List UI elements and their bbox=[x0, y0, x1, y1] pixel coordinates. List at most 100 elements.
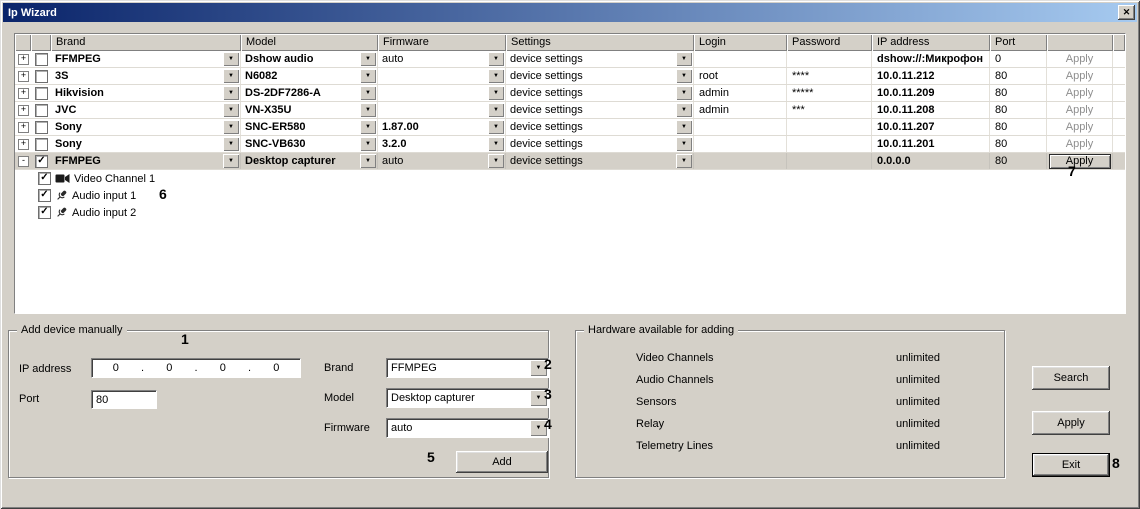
settings-select[interactable]: device settings▼ bbox=[506, 51, 694, 67]
password-field[interactable]: *** bbox=[787, 102, 872, 118]
table-row-selected[interactable]: - ✓ FFMPEG▼ Desktop capturer▼ auto▼ devi… bbox=[15, 153, 1125, 170]
exit-button[interactable]: Exit bbox=[1032, 453, 1110, 477]
login-field[interactable]: root bbox=[694, 68, 787, 84]
brand-select[interactable]: 3S▼ bbox=[51, 68, 241, 84]
brand-combobox[interactable]: FFMPEG ▼ bbox=[386, 358, 549, 378]
chevron-down-icon[interactable]: ▼ bbox=[223, 103, 239, 117]
password-field[interactable] bbox=[787, 119, 872, 135]
channel-item[interactable]: ✓ Video Channel 1 bbox=[15, 170, 1125, 187]
settings-select[interactable]: device settings▼ bbox=[506, 119, 694, 135]
model-select[interactable]: Dshow audio▼ bbox=[241, 51, 378, 67]
chevron-down-icon[interactable]: ▼ bbox=[676, 154, 692, 168]
model-select[interactable]: DS-2DF7286-A▼ bbox=[241, 85, 378, 101]
chevron-down-icon[interactable]: ▼ bbox=[676, 86, 692, 100]
port-cell[interactable]: 80 bbox=[990, 68, 1047, 84]
port-cell[interactable]: 80 bbox=[990, 136, 1047, 152]
port-cell[interactable]: 80 bbox=[990, 102, 1047, 118]
chevron-down-icon[interactable]: ▼ bbox=[676, 137, 692, 151]
add-button[interactable]: Add bbox=[456, 451, 548, 473]
settings-select[interactable]: device settings▼ bbox=[506, 68, 694, 84]
table-row[interactable]: + Sony▼ SNC-VB630▼ 3.2.0▼ device setting… bbox=[15, 136, 1125, 153]
channel-item[interactable]: ✓ Audio input 2 bbox=[15, 204, 1125, 221]
chevron-down-icon[interactable]: ▼ bbox=[223, 154, 239, 168]
header-login[interactable]: Login bbox=[694, 34, 787, 51]
table-row[interactable]: + JVC▼ VN-X35U▼ ▼ device settings▼ admin… bbox=[15, 102, 1125, 119]
chevron-down-icon[interactable]: ▼ bbox=[360, 52, 376, 66]
chevron-down-icon[interactable]: ▼ bbox=[676, 52, 692, 66]
channel-item[interactable]: ✓ Audio input 1 bbox=[15, 187, 1125, 204]
login-field[interactable] bbox=[694, 153, 787, 169]
table-row[interactable]: + FFMPEG▼ Dshow audio▼ auto▼ device sett… bbox=[15, 51, 1125, 68]
port-cell[interactable]: 80 bbox=[990, 85, 1047, 101]
chevron-down-icon[interactable]: ▼ bbox=[488, 103, 504, 117]
chevron-down-icon[interactable]: ▼ bbox=[360, 69, 376, 83]
login-field[interactable] bbox=[694, 136, 787, 152]
settings-select[interactable]: device settings▼ bbox=[506, 102, 694, 118]
brand-select[interactable]: Sony▼ bbox=[51, 136, 241, 152]
expand-icon[interactable]: + bbox=[18, 105, 29, 116]
password-field[interactable] bbox=[787, 51, 872, 67]
brand-select[interactable]: Hikvision▼ bbox=[51, 85, 241, 101]
brand-select[interactable]: Sony▼ bbox=[51, 119, 241, 135]
apply-button[interactable]: Apply bbox=[1032, 411, 1110, 435]
firmware-select[interactable]: ▼ bbox=[378, 102, 506, 118]
chevron-down-icon[interactable]: ▼ bbox=[223, 52, 239, 66]
ip-octet[interactable]: 0 bbox=[146, 362, 194, 374]
chevron-down-icon[interactable]: ▼ bbox=[488, 52, 504, 66]
login-field[interactable] bbox=[694, 51, 787, 67]
table-row[interactable]: + 3S▼ N6082▼ ▼ device settings▼ root ***… bbox=[15, 68, 1125, 85]
login-field[interactable]: admin bbox=[694, 102, 787, 118]
password-field[interactable]: **** bbox=[787, 68, 872, 84]
expand-icon[interactable]: + bbox=[18, 122, 29, 133]
header-password[interactable]: Password bbox=[787, 34, 872, 51]
chevron-down-icon[interactable]: ▼ bbox=[360, 137, 376, 151]
row-checkbox[interactable] bbox=[35, 104, 48, 117]
model-combobox[interactable]: Desktop capturer ▼ bbox=[386, 388, 549, 408]
row-checkbox[interactable] bbox=[35, 121, 48, 134]
firmware-select[interactable]: auto▼ bbox=[378, 153, 506, 169]
model-select[interactable]: Desktop capturer▼ bbox=[241, 153, 378, 169]
password-field[interactable] bbox=[787, 136, 872, 152]
chevron-down-icon[interactable]: ▼ bbox=[488, 154, 504, 168]
ip-octet[interactable]: 0 bbox=[253, 362, 301, 374]
login-field[interactable]: admin bbox=[694, 85, 787, 101]
search-button[interactable]: Search bbox=[1032, 366, 1110, 390]
chevron-down-icon[interactable]: ▼ bbox=[360, 86, 376, 100]
brand-select[interactable]: FFMPEG▼ bbox=[51, 153, 241, 169]
header-settings[interactable]: Settings bbox=[506, 34, 694, 51]
chevron-down-icon[interactable]: ▼ bbox=[223, 86, 239, 100]
settings-select[interactable]: device settings▼ bbox=[506, 136, 694, 152]
firmware-select[interactable]: ▼ bbox=[378, 68, 506, 84]
firmware-select[interactable]: auto▼ bbox=[378, 51, 506, 67]
firmware-combobox[interactable]: auto ▼ bbox=[386, 418, 549, 438]
close-icon[interactable]: ✕ bbox=[1118, 5, 1135, 20]
expand-icon[interactable]: + bbox=[18, 139, 29, 150]
model-select[interactable]: VN-X35U▼ bbox=[241, 102, 378, 118]
brand-select[interactable]: JVC▼ bbox=[51, 102, 241, 118]
chevron-down-icon[interactable]: ▼ bbox=[488, 86, 504, 100]
header-brand[interactable]: Brand bbox=[51, 34, 241, 51]
chevron-down-icon[interactable]: ▼ bbox=[360, 154, 376, 168]
title-bar[interactable]: Ip Wizard ✕ bbox=[3, 3, 1137, 22]
port-input[interactable]: 80 bbox=[91, 390, 157, 409]
channel-checkbox-checked[interactable]: ✓ bbox=[38, 206, 51, 219]
firmware-select[interactable]: 3.2.0▼ bbox=[378, 136, 506, 152]
ip-address-input[interactable]: 0 . 0 . 0 . 0 bbox=[91, 358, 301, 378]
row-checkbox[interactable] bbox=[35, 87, 48, 100]
channel-checkbox-checked[interactable]: ✓ bbox=[38, 189, 51, 202]
port-cell[interactable]: 80 bbox=[990, 153, 1047, 169]
table-row[interactable]: + Hikvision▼ DS-2DF7286-A▼ ▼ device sett… bbox=[15, 85, 1125, 102]
settings-select[interactable]: device settings▼ bbox=[506, 153, 694, 169]
chevron-down-icon[interactable]: ▼ bbox=[676, 103, 692, 117]
model-select[interactable]: N6082▼ bbox=[241, 68, 378, 84]
model-select[interactable]: SNC-ER580▼ bbox=[241, 119, 378, 135]
row-checkbox[interactable] bbox=[35, 70, 48, 83]
header-firmware[interactable]: Firmware bbox=[378, 34, 506, 51]
chevron-down-icon[interactable]: ▼ bbox=[488, 137, 504, 151]
collapse-icon[interactable]: - bbox=[18, 156, 29, 167]
chevron-down-icon[interactable]: ▼ bbox=[223, 137, 239, 151]
password-field[interactable] bbox=[787, 153, 872, 169]
chevron-down-icon[interactable]: ▼ bbox=[676, 120, 692, 134]
brand-select[interactable]: FFMPEG▼ bbox=[51, 51, 241, 67]
model-select[interactable]: SNC-VB630▼ bbox=[241, 136, 378, 152]
